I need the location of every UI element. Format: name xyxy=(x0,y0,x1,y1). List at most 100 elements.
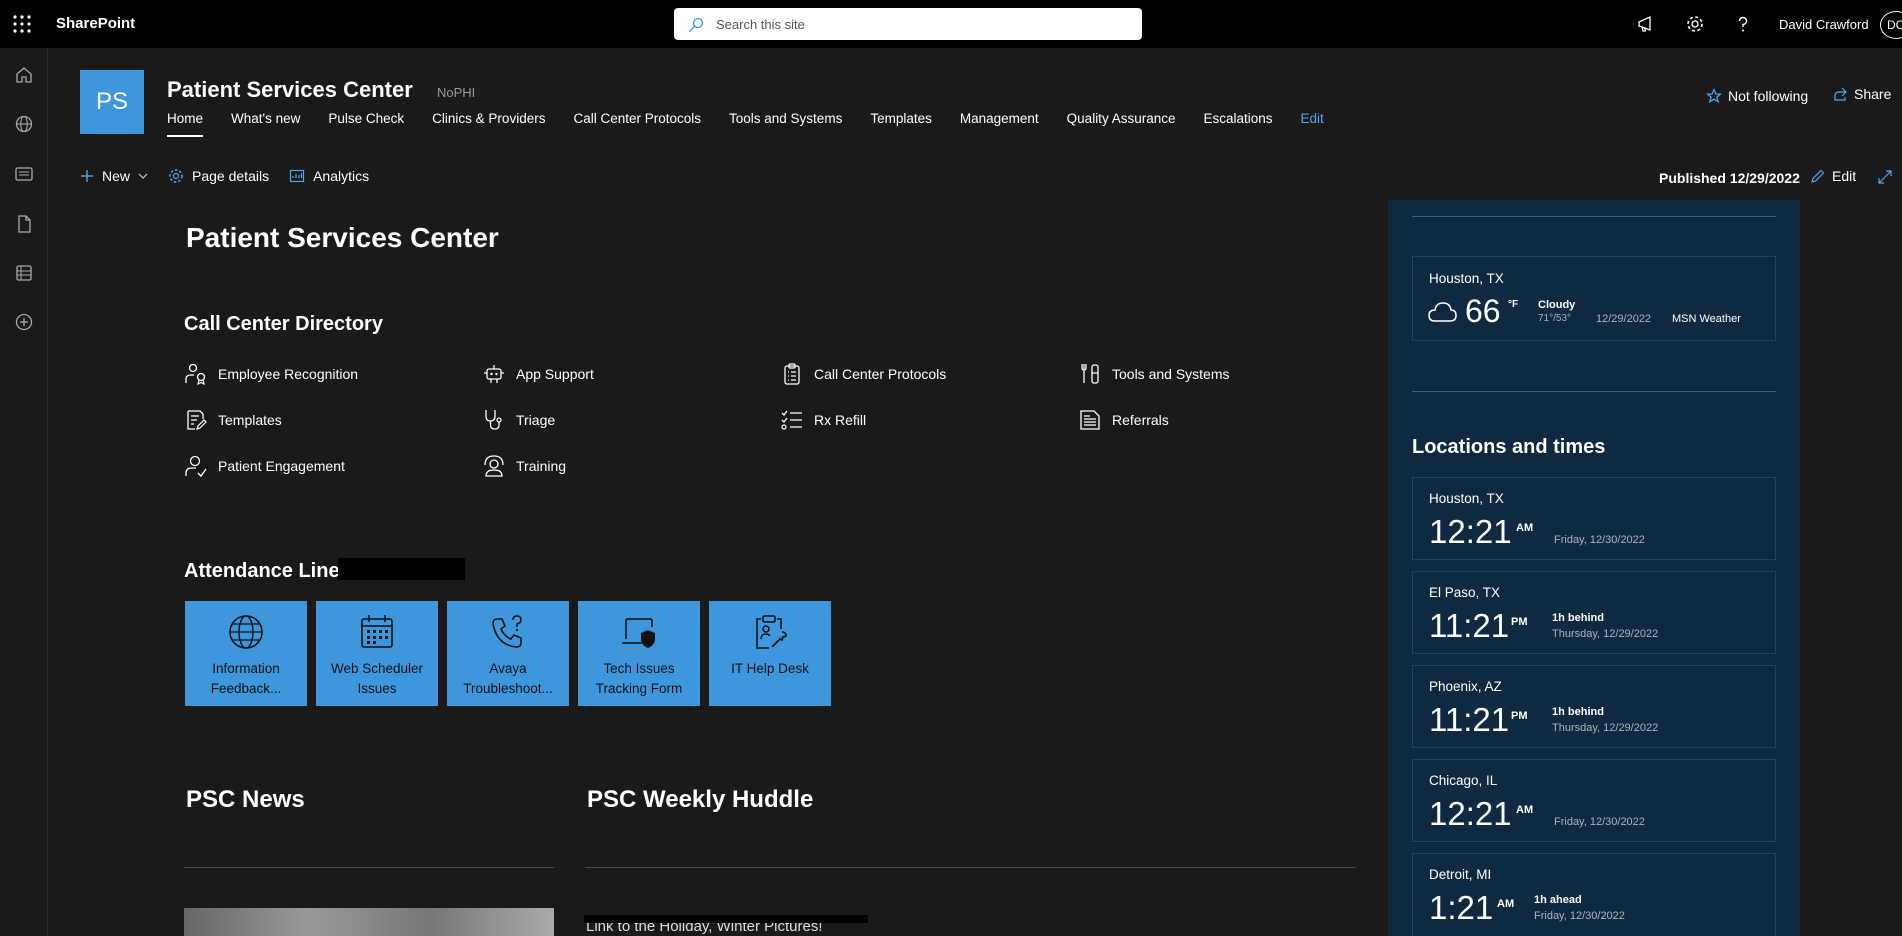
nav-clinics-providers[interactable]: Clinics & Providers xyxy=(432,111,545,137)
clock-date: Friday, 12/30/2022 xyxy=(1534,910,1625,922)
chevron-down-icon xyxy=(138,173,148,179)
news-icon[interactable] xyxy=(14,164,34,184)
nav-edit-link[interactable]: Edit xyxy=(1301,111,1324,137)
huddle-divider xyxy=(585,867,1356,868)
nav-home[interactable]: Home xyxy=(167,111,204,137)
attendance-heading: Attendance Line: xyxy=(184,560,347,582)
megaphone-icon[interactable] xyxy=(1636,14,1656,34)
add-circle-icon[interactable] xyxy=(14,312,34,332)
clock-ampm: AM xyxy=(1516,522,1534,534)
site-classification: NoPHI xyxy=(437,85,476,100)
site-logo[interactable]: PS xyxy=(80,70,144,134)
quick-link-call-center-protocols[interactable]: Call Center Protocols xyxy=(780,362,946,386)
quick-link-referrals[interactable]: Referrals xyxy=(1078,408,1169,432)
laptop-shield-icon xyxy=(622,618,655,648)
nav-escalations[interactable]: Escalations xyxy=(1203,111,1272,137)
share-label: Share xyxy=(1854,86,1892,102)
analytics-label: Analytics xyxy=(313,168,370,184)
quick-link-label: Training xyxy=(516,458,567,474)
quick-link-tools-systems[interactable]: Tools and Systems xyxy=(1078,362,1230,386)
nav-pulse-check[interactable]: Pulse Check xyxy=(328,111,404,137)
expand-icon[interactable] xyxy=(1877,169,1893,185)
tile-label-line2: Troubleshoot... xyxy=(463,681,553,696)
new-button[interactable]: New xyxy=(80,168,148,184)
clock-time: 1:21 xyxy=(1429,889,1494,926)
brand-label[interactable]: SharePoint xyxy=(56,15,135,32)
tile-label-line1: Information xyxy=(212,661,280,676)
stethoscope-icon xyxy=(485,410,502,430)
redaction-bar xyxy=(584,915,868,923)
weather-card[interactable]: Houston, TX 66 °F Cloudy 71°/53° 12/29/2… xyxy=(1412,256,1776,341)
nav-whats-new[interactable]: What's new xyxy=(231,111,300,137)
clock-ampm: PM xyxy=(1511,616,1528,628)
search-input[interactable] xyxy=(716,15,1116,33)
tile-information-feedback[interactable]: Information Feedback... xyxy=(185,601,307,706)
tile-avaya-troubleshoot[interactable]: Avaya Troubleshoot... xyxy=(447,601,569,706)
quick-link-templates[interactable]: Templates xyxy=(184,408,282,432)
edit-button[interactable]: Edit xyxy=(1810,168,1856,184)
news-thumbnail[interactable] xyxy=(184,908,554,936)
avatar[interactable]: DC xyxy=(1880,11,1902,39)
world-clock-card: Houston, TX 12:21 AM Friday, 12/30/2022 xyxy=(1412,477,1776,560)
nav-call-center-protocols[interactable]: Call Center Protocols xyxy=(573,111,701,137)
clock-city: El Paso, TX xyxy=(1429,585,1501,600)
nav-tools-systems[interactable]: Tools and Systems xyxy=(729,111,842,137)
follow-label: Not following xyxy=(1728,88,1809,104)
directory-heading: Call Center Directory xyxy=(184,313,383,335)
tile-label-line1: Web Scheduler xyxy=(330,661,424,676)
quick-link-rx-refill[interactable]: Rx Refill xyxy=(780,408,866,432)
search-box[interactable] xyxy=(674,8,1142,40)
tile-it-help-desk[interactable]: IT Help Desk xyxy=(709,601,831,706)
panel-divider xyxy=(1412,216,1776,217)
home-icon[interactable] xyxy=(14,65,34,85)
weather-hilo: 71°/53° xyxy=(1538,313,1572,324)
quick-link-app-support[interactable]: App Support xyxy=(482,362,594,386)
clock-date: Friday, 12/30/2022 xyxy=(1554,816,1645,828)
clock-time: 12:21 xyxy=(1429,513,1512,550)
clock-ampm: AM xyxy=(1516,804,1534,816)
lists-icon[interactable] xyxy=(14,263,34,283)
tile-web-scheduler[interactable]: Web Scheduler Issues xyxy=(316,601,438,706)
nav-management[interactable]: Management xyxy=(960,111,1039,137)
clock-offset: 1h ahead xyxy=(1534,894,1582,906)
world-clock-card: Phoenix, AZ 11:21 PM 1h behind Thursday,… xyxy=(1412,665,1776,748)
quick-link-label: App Support xyxy=(516,366,594,382)
analytics-button[interactable]: Analytics xyxy=(289,168,369,184)
clock-city: Phoenix, AZ xyxy=(1429,679,1502,694)
quick-link-label: Employee Recognition xyxy=(218,366,359,382)
site-title[interactable]: Patient Services Center xyxy=(167,77,413,103)
document-edit-icon xyxy=(187,410,207,430)
pencil-icon xyxy=(1811,169,1825,183)
tile-tech-issues[interactable]: Tech Issues Tracking Form xyxy=(578,601,700,706)
gear-icon[interactable] xyxy=(1685,14,1705,34)
help-icon[interactable] xyxy=(1733,14,1753,34)
app-bar xyxy=(0,48,48,936)
page-details-button[interactable]: Page details xyxy=(168,168,269,184)
edit-label: Edit xyxy=(1832,168,1857,184)
share-icon xyxy=(1834,87,1847,101)
clock-city: Detroit, MI xyxy=(1429,867,1492,882)
weather-source[interactable]: MSN Weather xyxy=(1672,313,1741,325)
follow-button[interactable]: Not following xyxy=(1706,88,1808,104)
huddle-heading: PSC Weekly Huddle xyxy=(587,786,814,813)
document-icon[interactable] xyxy=(14,214,34,234)
tile-label-line1: Avaya xyxy=(489,661,527,676)
share-button[interactable]: Share xyxy=(1832,86,1891,102)
user-name[interactable]: David Crawford xyxy=(1779,17,1869,32)
nav-templates[interactable]: Templates xyxy=(870,111,932,137)
person-support-icon xyxy=(484,455,504,477)
clipboard-wrench-icon xyxy=(756,615,787,649)
globe-icon[interactable] xyxy=(14,114,34,134)
weather-date: 12/29/2022 xyxy=(1596,313,1652,325)
quick-link-patient-engagement[interactable]: Patient Engagement xyxy=(184,454,345,478)
quick-link-label: Call Center Protocols xyxy=(814,366,947,382)
star-icon xyxy=(1706,88,1722,104)
nav-quality-assurance[interactable]: Quality Assurance xyxy=(1067,111,1176,137)
app-launcher-icon[interactable] xyxy=(12,14,32,34)
quick-link-training[interactable]: Training xyxy=(482,454,566,478)
quick-link-employee-recognition[interactable]: Employee Recognition xyxy=(184,362,358,386)
weather-temp: 66 xyxy=(1465,293,1501,329)
locations-heading: Locations and times xyxy=(1412,436,1606,458)
quick-link-triage[interactable]: Triage xyxy=(482,408,555,432)
redacted-phone xyxy=(338,558,465,580)
